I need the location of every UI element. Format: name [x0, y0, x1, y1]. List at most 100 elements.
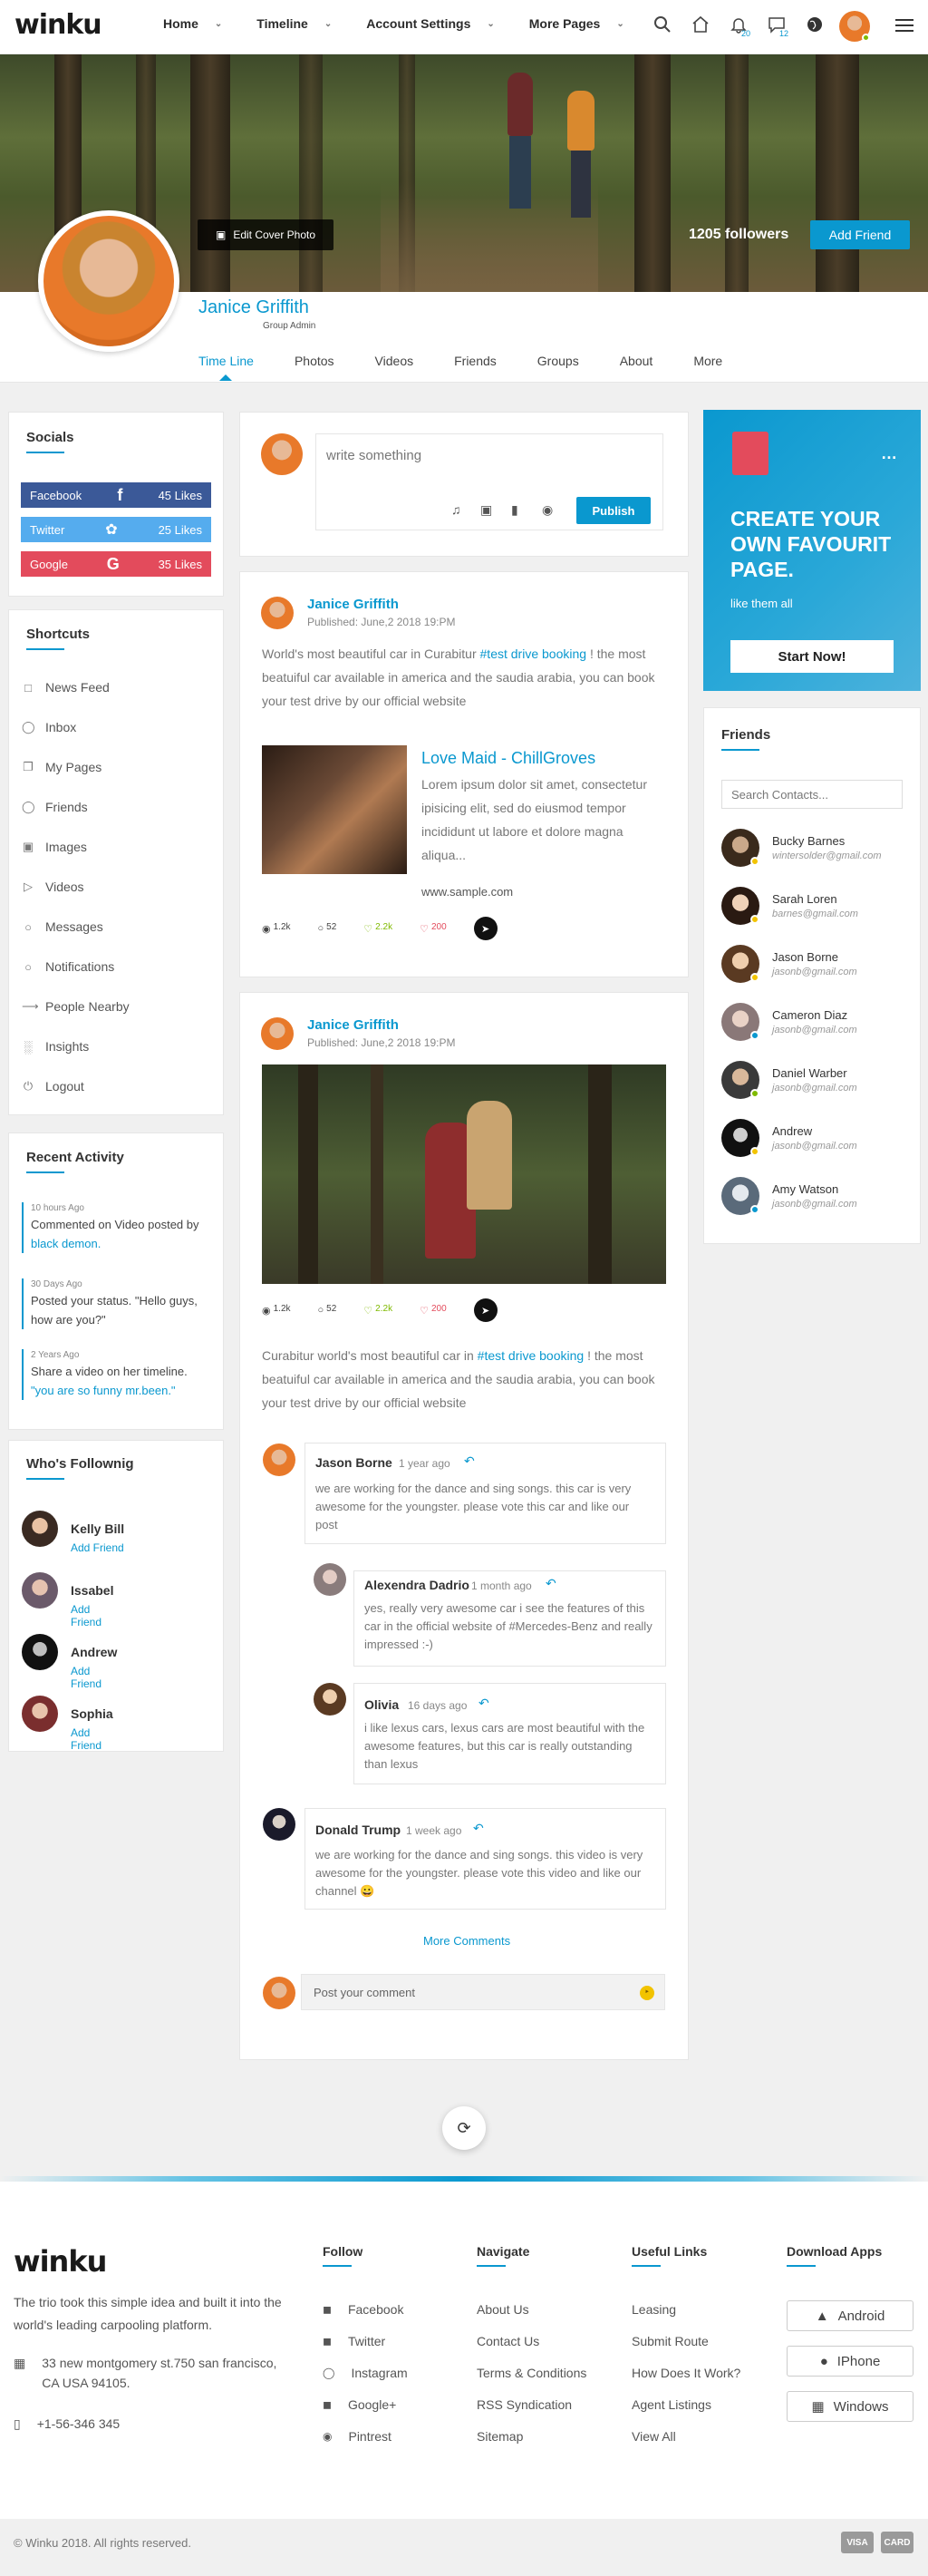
- shortcut-messages[interactable]: ○ Messages: [22, 919, 103, 934]
- likes-stat[interactable]: ♡ 2.2k: [363, 922, 392, 935]
- comment-author[interactable]: Jason Borne: [315, 1455, 392, 1470]
- add-friend-link[interactable]: Add Friend: [71, 1603, 113, 1628]
- friend-item[interactable]: Sarah Loren barnes@gmail.com: [721, 887, 858, 925]
- windows-button[interactable]: ▦ Windows: [787, 2391, 914, 2422]
- footer-instagram-link[interactable]: ◯ Instagram: [323, 2366, 408, 2380]
- android-button[interactable]: ▲ Android: [787, 2300, 914, 2331]
- avatar[interactable]: [261, 597, 294, 629]
- shortcut-people-nearby[interactable]: ⟶ People Nearby: [22, 999, 130, 1014]
- comment-author[interactable]: Olivia: [364, 1697, 399, 1712]
- footer-twitter-link[interactable]: ◼ Twitter: [323, 2334, 385, 2348]
- friend-item[interactable]: Bucky Barnes wintersolder@gmail.com: [721, 829, 882, 867]
- tab-about[interactable]: About: [620, 354, 653, 368]
- activity-link[interactable]: black demon.: [31, 1237, 101, 1250]
- more-comments-link[interactable]: More Comments: [423, 1934, 510, 1948]
- friend-item[interactable]: Jason Borne jasonb@gmail.com: [721, 945, 857, 983]
- post-author[interactable]: Janice Griffith: [307, 597, 399, 612]
- avatar[interactable]: [22, 1511, 58, 1547]
- views-stat[interactable]: ◉ 1.2k: [262, 1304, 291, 1317]
- footer-useful-link[interactable]: Agent Listings: [632, 2397, 711, 2412]
- tab-timeline[interactable]: Time Line: [198, 354, 254, 381]
- footer-nav-link[interactable]: Contact Us: [477, 2334, 539, 2348]
- publish-button[interactable]: Publish: [576, 497, 651, 524]
- post-image[interactable]: [262, 1064, 666, 1284]
- reload-icon[interactable]: ⟳: [442, 2106, 486, 2150]
- link-preview-title[interactable]: Love Maid - ChillGroves: [421, 749, 595, 768]
- share-icon[interactable]: ➤: [473, 1298, 498, 1322]
- reply-icon[interactable]: ↶: [473, 1821, 484, 1836]
- add-friend-link[interactable]: Add Friend: [71, 1541, 124, 1554]
- dislikes-stat[interactable]: ♡ 200: [420, 922, 447, 935]
- shortcut-friends[interactable]: ◯ Friends: [22, 800, 88, 814]
- reply-icon[interactable]: ↶: [546, 1576, 556, 1591]
- avatar[interactable]: [22, 1696, 58, 1732]
- add-friend-link[interactable]: Add Friend: [71, 1665, 117, 1690]
- comment-author[interactable]: Donald Trump: [315, 1823, 401, 1837]
- footer-nav-link[interactable]: Sitemap: [477, 2429, 523, 2444]
- reply-icon[interactable]: ↶: [464, 1453, 475, 1469]
- avatar[interactable]: [263, 1444, 295, 1476]
- add-friend-link[interactable]: Add Friend: [71, 1726, 113, 1752]
- post-author[interactable]: Janice Griffith: [307, 1017, 399, 1033]
- hashtag-link[interactable]: #test drive booking: [480, 646, 587, 661]
- footer-nav-link[interactable]: Terms & Conditions: [477, 2366, 586, 2380]
- image-icon[interactable]: ▣: [480, 502, 492, 518]
- emoji-icon[interactable]: ‣: [640, 1986, 654, 2000]
- footer-useful-link[interactable]: How Does It Work?: [632, 2366, 740, 2380]
- tab-groups[interactable]: Groups: [537, 354, 579, 368]
- music-icon[interactable]: ♫: [451, 502, 461, 517]
- avatar[interactable]: [22, 1572, 58, 1609]
- nav-home[interactable]: Home ⌄: [163, 16, 222, 31]
- link-preview-image[interactable]: [262, 745, 407, 874]
- tab-more[interactable]: More: [693, 354, 722, 368]
- google-button[interactable]: Google G 35 Likes: [21, 551, 211, 577]
- video-camera-icon[interactable]: ▮: [511, 502, 518, 518]
- shortcut-my-pages[interactable]: ❐ My Pages: [22, 760, 102, 774]
- likes-stat[interactable]: ♡ 2.2k: [363, 1304, 392, 1317]
- hashtag-link[interactable]: #test drive booking: [478, 1348, 585, 1363]
- more-options-icon[interactable]: …: [881, 444, 897, 463]
- logo[interactable]: winku: [14, 9, 102, 41]
- nav-account-settings[interactable]: Account Settings ⌄: [366, 16, 495, 31]
- contacts-search-input[interactable]: Search Contacts...: [721, 780, 903, 809]
- friend-item[interactable]: Amy Watson jasonb@gmail.com: [721, 1177, 857, 1215]
- avatar[interactable]: [314, 1683, 346, 1716]
- iphone-button[interactable]: ● IPhone: [787, 2346, 914, 2377]
- share-icon[interactable]: ➤: [473, 917, 498, 940]
- reply-icon[interactable]: ↶: [478, 1696, 489, 1711]
- edit-cover-photo-button[interactable]: ▣ Edit Cover Photo: [198, 219, 334, 250]
- comment-author[interactable]: Alexendra Dadrio: [364, 1578, 469, 1592]
- start-now-button[interactable]: Start Now!: [730, 640, 894, 673]
- nav-more-pages[interactable]: More Pages ⌄: [529, 16, 624, 31]
- friend-item[interactable]: Cameron Diaz jasonb@gmail.com: [721, 1003, 857, 1041]
- camera-icon[interactable]: ◉: [542, 502, 553, 518]
- footer-logo[interactable]: winku: [14, 2244, 107, 2279]
- shortcut-logout[interactable]: ⏻ Logout: [22, 1079, 84, 1094]
- friend-item[interactable]: Andrew jasonb@gmail.com: [721, 1119, 857, 1157]
- avatar[interactable]: [314, 1563, 346, 1596]
- shortcut-videos[interactable]: ▷ Videos: [22, 880, 84, 894]
- profile-avatar[interactable]: [38, 210, 179, 352]
- tab-videos[interactable]: Videos: [375, 354, 414, 368]
- avatar[interactable]: [263, 1808, 295, 1841]
- dislikes-stat[interactable]: ♡ 200: [420, 1304, 447, 1317]
- footer-useful-link[interactable]: Submit Route: [632, 2334, 709, 2348]
- menu-icon[interactable]: [894, 15, 915, 36]
- footer-google-link[interactable]: ◼ Google+: [323, 2397, 396, 2412]
- footer-useful-link[interactable]: View All: [632, 2429, 676, 2444]
- home-icon[interactable]: [689, 13, 712, 36]
- search-icon[interactable]: [651, 13, 674, 36]
- views-stat[interactable]: ◉ 1.2k: [262, 922, 291, 935]
- link-preview-url[interactable]: www.sample.com: [421, 885, 513, 899]
- footer-facebook-link[interactable]: ◼ Facebook: [323, 2302, 403, 2317]
- tab-friends[interactable]: Friends: [454, 354, 497, 368]
- avatar[interactable]: [261, 1017, 294, 1050]
- globe-icon[interactable]: [803, 13, 826, 36]
- shortcut-inbox[interactable]: ◯ Inbox: [22, 720, 76, 734]
- tab-photos[interactable]: Photos: [295, 354, 334, 368]
- footer-pinterest-link[interactable]: ◉ Pintrest: [323, 2429, 392, 2444]
- nav-timeline[interactable]: Timeline ⌄: [256, 16, 332, 31]
- activity-link[interactable]: "you are so funny mr.been.": [31, 1381, 212, 1400]
- shortcut-news-feed[interactable]: □ News Feed: [22, 680, 110, 695]
- add-friend-button[interactable]: Add Friend: [810, 220, 910, 249]
